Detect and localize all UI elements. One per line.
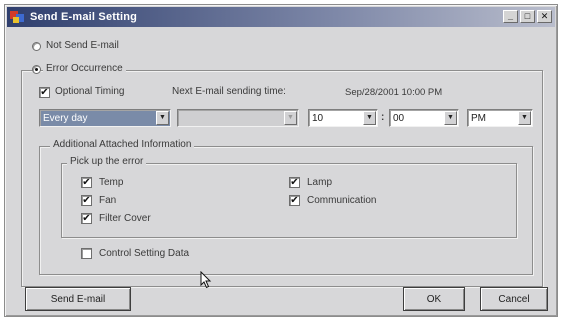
close-button[interactable]: ✕ — [537, 10, 552, 23]
minute-select[interactable]: 00 ▼ — [389, 109, 459, 127]
minute-value: 00 — [393, 112, 405, 124]
hour-value: 10 — [312, 112, 324, 124]
send-email-button[interactable]: Send E-mail — [25, 287, 131, 311]
app-icon — [10, 10, 26, 24]
send-email-setting-dialog: Send E-mail Setting _ □ ✕ Not Send E-mai… — [4, 4, 558, 317]
next-email-label: Next E-mail sending time: — [172, 86, 286, 97]
additional-info-label: Additional Attached Information — [50, 139, 195, 150]
chevron-down-icon[interactable]: ▼ — [156, 111, 169, 125]
mouse-cursor-icon — [200, 271, 212, 289]
communication-label[interactable]: Communication — [307, 195, 376, 206]
window-title: Send E-mail Setting — [30, 11, 138, 23]
chevron-down-icon[interactable]: ▼ — [444, 111, 457, 125]
next-email-value: Sep/28/2001 10:00 PM — [345, 87, 443, 98]
lamp-label[interactable]: Lamp — [307, 177, 332, 188]
frequency-select[interactable]: Every day ▼ — [39, 109, 171, 127]
chevron-down-icon[interactable]: ▼ — [363, 111, 376, 125]
control-setting-checkbox[interactable] — [81, 248, 92, 259]
fan-label[interactable]: Fan — [99, 195, 116, 206]
error-occurrence-radio[interactable] — [32, 65, 41, 74]
communication-checkbox[interactable]: ✔ — [289, 195, 300, 206]
frequency-value: Every day — [43, 112, 88, 124]
temp-checkbox[interactable]: ✔ — [81, 177, 92, 188]
title-bar[interactable]: Send E-mail Setting _ □ ✕ — [7, 7, 555, 27]
time-separator: : — [381, 112, 385, 123]
ampm-select[interactable]: PM ▼ — [467, 109, 533, 127]
fan-checkbox[interactable]: ✔ — [81, 195, 92, 206]
temp-label[interactable]: Temp — [99, 177, 123, 188]
optional-timing-checkbox[interactable]: ✔ — [39, 87, 50, 98]
ok-button[interactable]: OK — [403, 287, 465, 311]
cancel-button[interactable]: Cancel — [480, 287, 548, 311]
hour-select[interactable]: 10 ▼ — [308, 109, 378, 127]
error-occurrence-label[interactable]: Error Occurrence — [43, 63, 126, 74]
control-setting-label[interactable]: Control Setting Data — [99, 248, 189, 259]
pickup-error-label: Pick up the error — [67, 156, 147, 167]
maximize-button[interactable]: □ — [520, 10, 535, 23]
filter-cover-label[interactable]: Filter Cover — [99, 213, 151, 224]
lamp-checkbox[interactable]: ✔ — [289, 177, 300, 188]
not-send-email-radio[interactable] — [32, 42, 41, 51]
optional-timing-label[interactable]: Optional Timing — [55, 86, 124, 97]
ampm-value: PM — [471, 112, 486, 124]
secondary-select: ▼ — [177, 109, 299, 127]
not-send-email-label[interactable]: Not Send E-mail — [46, 40, 119, 51]
filter-cover-checkbox[interactable]: ✔ — [81, 213, 92, 224]
chevron-down-icon: ▼ — [284, 111, 297, 125]
chevron-down-icon[interactable]: ▼ — [518, 111, 531, 125]
minimize-button[interactable]: _ — [503, 10, 518, 23]
